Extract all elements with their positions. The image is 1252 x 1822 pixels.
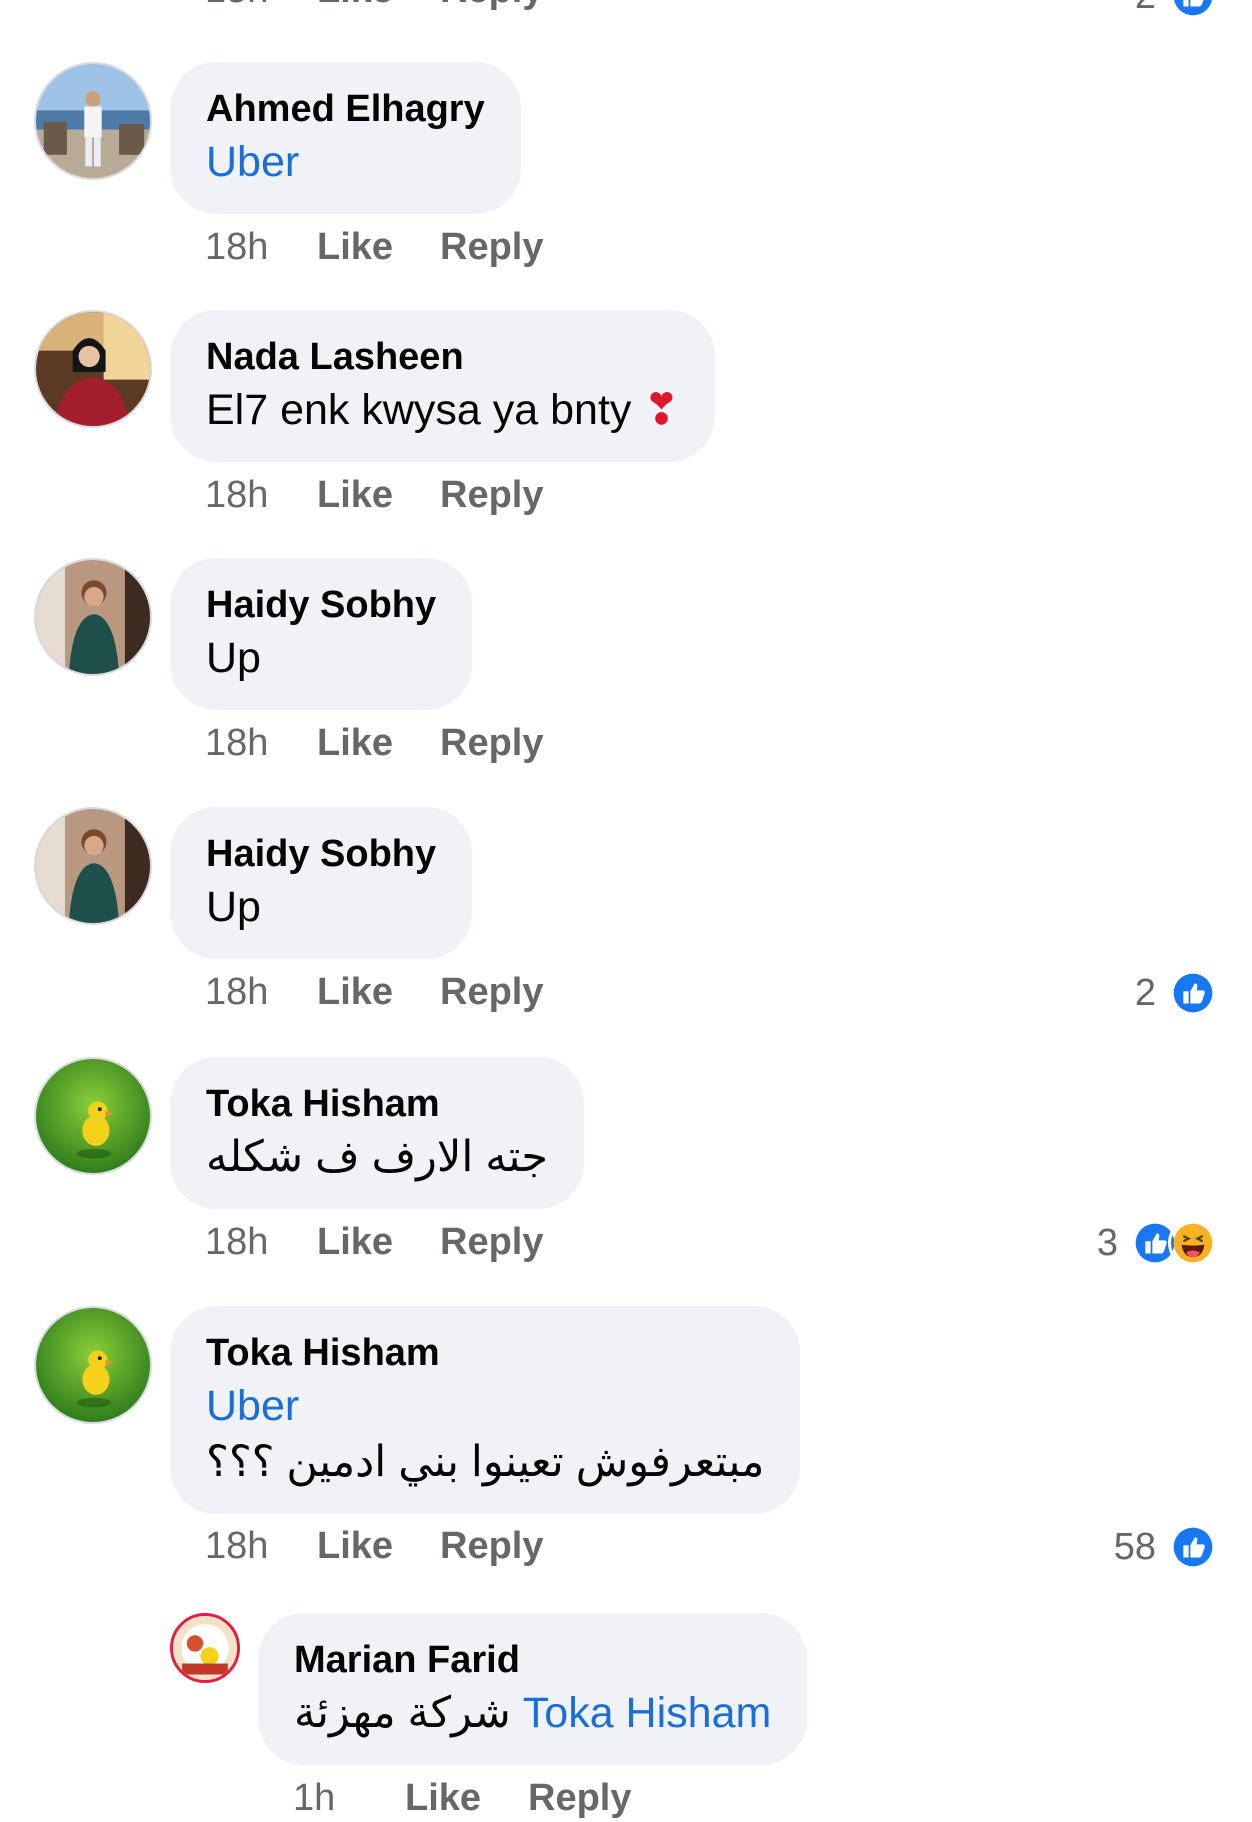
comment-actions: 18h Like Reply bbox=[205, 1522, 543, 1570]
avatar[interactable] bbox=[170, 1613, 240, 1683]
comment-actions: 18h Like Reply bbox=[205, 471, 543, 519]
reaction-summary[interactable]: 2 bbox=[1135, 967, 1218, 1019]
comment-timestamp[interactable]: 18h bbox=[205, 719, 317, 767]
comment-bubble: Ahmed Elhagry Uber bbox=[170, 62, 521, 214]
comment-actions: 15hLikeReply bbox=[205, 0, 543, 14]
comment-actions: 18h Like Reply bbox=[205, 719, 543, 767]
comment-text: El7 enk kwysa ya bnty bbox=[206, 386, 632, 434]
comment-text: شركة مهزئة bbox=[294, 1689, 511, 1737]
reply-button[interactable]: Reply bbox=[440, 0, 543, 14]
comment-author[interactable]: Toka Hisham bbox=[206, 1079, 548, 1129]
comment-author[interactable]: Ahmed Elhagry bbox=[206, 84, 485, 134]
haha-reaction-icon bbox=[1168, 1218, 1218, 1268]
comment-author[interactable]: Marian Farid bbox=[294, 1635, 771, 1685]
avatar[interactable] bbox=[34, 1057, 152, 1175]
reaction-summary[interactable]: 2 bbox=[1135, 0, 1218, 22]
comment-thread: 15hLikeReply 2 Ahmed bbox=[0, 0, 1252, 1819]
reply-button[interactable]: Reply bbox=[440, 1218, 543, 1266]
comment-bubble: Toka Hisham جته الارف ف شكله bbox=[170, 1057, 584, 1209]
like-button[interactable]: Like bbox=[317, 0, 440, 14]
comment-timestamp[interactable]: 18h bbox=[205, 1522, 317, 1570]
like-button[interactable]: Like bbox=[317, 968, 440, 1016]
comment-actions: 18h Like Reply bbox=[205, 223, 543, 271]
reply-button[interactable]: Reply bbox=[440, 1522, 543, 1570]
reaction-count: 2 bbox=[1135, 0, 1156, 18]
like-button[interactable]: Like bbox=[405, 1774, 528, 1822]
reaction-count: 2 bbox=[1134, 971, 1156, 1014]
like-reaction-icon bbox=[1168, 1522, 1218, 1572]
mention-link[interactable]: Uber bbox=[206, 138, 299, 186]
heart-exclamation-icon: ❣ bbox=[643, 386, 680, 434]
mention-link[interactable]: Toka Hisham bbox=[523, 1689, 772, 1737]
reply-button[interactable]: Reply bbox=[440, 719, 543, 767]
reaction-summary[interactable]: 58 bbox=[1114, 1521, 1218, 1573]
comment-author[interactable]: Toka Hisham bbox=[206, 1328, 764, 1378]
avatar[interactable] bbox=[34, 62, 152, 180]
mention-link[interactable]: Uber bbox=[206, 1382, 299, 1430]
comment-text: مبتعرفوش تعينوا بني ادمين ؟؟؟ bbox=[206, 1438, 765, 1486]
comment-author[interactable]: Nada Lasheen bbox=[206, 332, 679, 382]
comment-text: Up bbox=[206, 634, 261, 682]
like-button[interactable]: Like bbox=[317, 719, 440, 767]
comment-actions: 18h Like Reply bbox=[205, 1218, 543, 1266]
comment-bubble: Toka Hisham Uber مبتعرفوش تعينوا بني ادم… bbox=[170, 1306, 801, 1514]
comment-timestamp[interactable]: 1h bbox=[293, 1774, 405, 1822]
like-reaction-icon bbox=[1168, 968, 1218, 1018]
reaction-count: 3 bbox=[1096, 1221, 1118, 1264]
like-reaction-icon bbox=[1168, 0, 1218, 21]
like-button[interactable]: Like bbox=[317, 1218, 440, 1266]
comment-bubble: Haidy Sobhy Up bbox=[170, 558, 473, 710]
comment-text: جته الارف ف شكله bbox=[206, 1133, 548, 1181]
comment-actions: 1h Like Reply bbox=[293, 1774, 631, 1822]
reply-button[interactable]: Reply bbox=[440, 968, 543, 1016]
reaction-summary[interactable]: 3 bbox=[1097, 1217, 1218, 1269]
comment-timestamp[interactable]: 18h bbox=[205, 1218, 317, 1266]
comment-author[interactable]: Haidy Sobhy bbox=[206, 580, 436, 630]
comment-text: Up bbox=[206, 883, 261, 931]
comment-author[interactable]: Haidy Sobhy bbox=[206, 829, 436, 879]
comment-timestamp: 15h bbox=[205, 0, 317, 14]
like-button[interactable]: Like bbox=[317, 223, 440, 271]
reply-button[interactable]: Reply bbox=[528, 1774, 631, 1822]
avatar[interactable] bbox=[34, 310, 152, 428]
avatar[interactable] bbox=[34, 807, 152, 925]
comment-bubble: Marian Farid شركة مهزئة Toka Hisham bbox=[258, 1613, 808, 1765]
reply-button[interactable]: Reply bbox=[440, 223, 543, 271]
avatar[interactable] bbox=[34, 1306, 152, 1424]
comment-timestamp[interactable]: 18h bbox=[205, 223, 317, 271]
comment-timestamp[interactable]: 18h bbox=[205, 968, 317, 1016]
comment-actions: 18h Like Reply bbox=[205, 968, 543, 1016]
like-button[interactable]: Like bbox=[317, 1522, 440, 1570]
like-button[interactable]: Like bbox=[317, 471, 440, 519]
avatar[interactable] bbox=[34, 558, 152, 676]
comment-bubble: Nada Lasheen El7 enk kwysa ya bnty ❣ bbox=[170, 310, 716, 462]
reply-button[interactable]: Reply bbox=[440, 471, 543, 519]
reaction-count: 58 bbox=[1113, 1525, 1156, 1568]
comment-bubble: Haidy Sobhy Up bbox=[170, 807, 473, 959]
comment-timestamp[interactable]: 18h bbox=[205, 471, 317, 519]
